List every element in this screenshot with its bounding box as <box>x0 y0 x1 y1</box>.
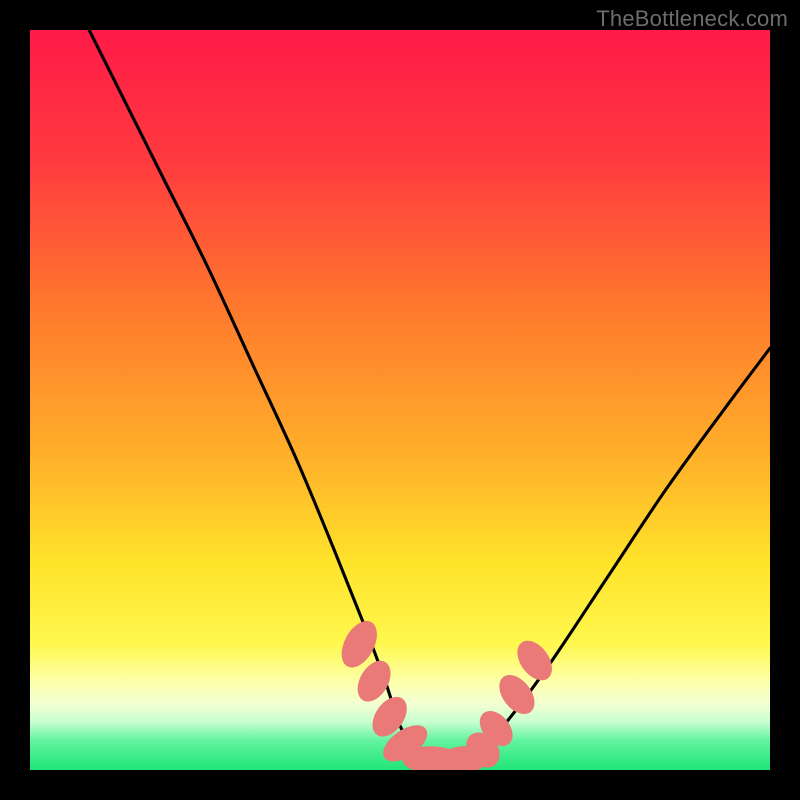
attribution-text: TheBottleneck.com <box>596 6 788 32</box>
frame: TheBottleneck.com <box>0 0 800 800</box>
curve-line <box>89 30 770 764</box>
chart-svg <box>30 30 770 770</box>
plot-area <box>30 30 770 770</box>
highlight-markers <box>334 615 559 770</box>
